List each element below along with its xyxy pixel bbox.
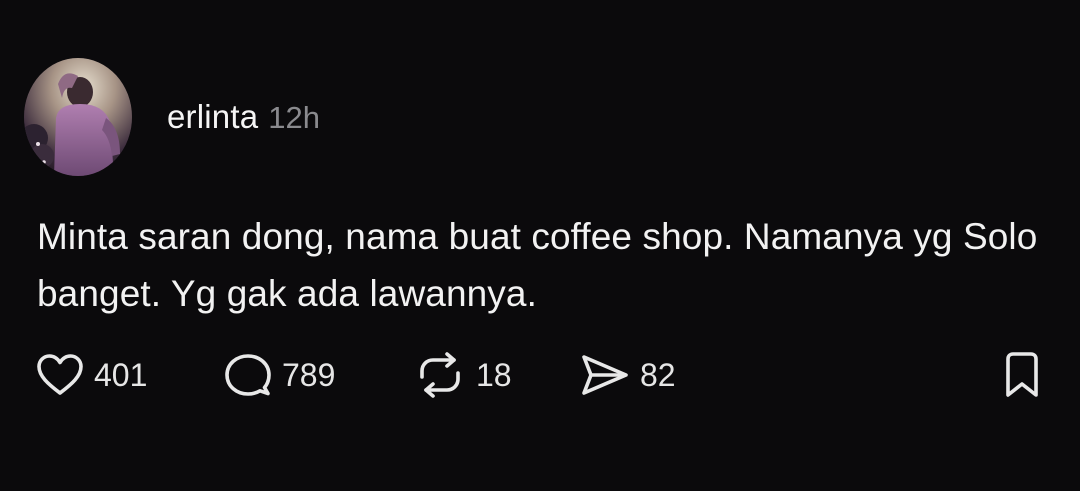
username[interactable]: erlinta bbox=[167, 98, 258, 136]
like-count: 401 bbox=[94, 356, 148, 393]
send-arrow-icon bbox=[582, 355, 628, 395]
post-header: erlinta 12h bbox=[24, 56, 320, 178]
reply-count: 789 bbox=[282, 356, 336, 393]
reply-button[interactable]: 789 bbox=[224, 345, 335, 405]
post-meta: erlinta 12h bbox=[167, 98, 320, 136]
post-text: Minta saran dong, nama buat coffee shop.… bbox=[37, 216, 1038, 314]
repost-count: 18 bbox=[476, 356, 512, 393]
heart-icon bbox=[37, 354, 83, 395]
bookmark-button[interactable] bbox=[1000, 345, 1044, 405]
repost-arrows-icon bbox=[420, 352, 460, 398]
share-count: 82 bbox=[640, 356, 676, 393]
repost-button[interactable]: 18 bbox=[414, 345, 512, 405]
speech-bubble-icon bbox=[225, 354, 271, 396]
thread-post: erlinta 12h Minta saran dong, nama buat … bbox=[0, 0, 1080, 491]
like-button[interactable]: 401 bbox=[36, 345, 147, 405]
avatar-photo bbox=[24, 58, 132, 176]
avatar[interactable] bbox=[24, 58, 132, 176]
action-bar: 401 789 18 82 bbox=[0, 345, 1080, 405]
share-button[interactable]: 82 bbox=[580, 345, 676, 405]
post-time: 12h bbox=[268, 100, 321, 135]
bookmark-icon bbox=[1006, 352, 1038, 397]
